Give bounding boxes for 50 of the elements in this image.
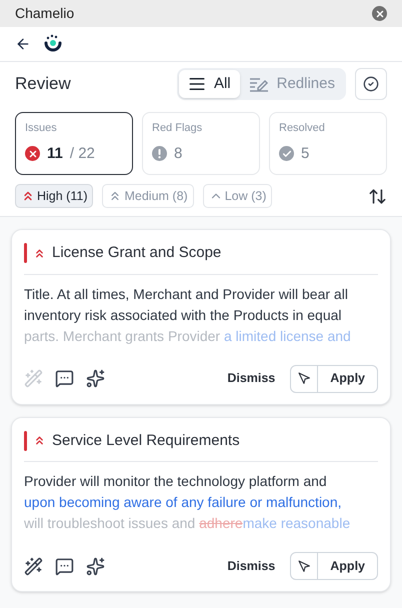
chevrons-up-icon [33,434,46,448]
chat-bubble-icon [55,556,74,576]
error-icon [25,146,40,162]
stat-value: 5 [301,144,310,164]
check-button[interactable] [355,68,387,100]
list-icon [188,75,206,93]
sort-button[interactable] [368,186,387,206]
close-button[interactable] [372,6,387,21]
stat-label: Issues [25,121,57,136]
priority-bar [24,430,27,451]
sparkles-button[interactable] [86,556,105,576]
magic-wand-icon [24,556,43,576]
dismiss-button[interactable]: Dismiss [227,369,276,388]
back-button[interactable] [15,36,31,52]
check-circle-icon [363,76,379,92]
stat-total: / 22 [70,144,95,164]
logo-icon [43,34,63,54]
alert-icon [152,146,167,162]
stat-card[interactable]: Red Flags 8 [142,112,260,175]
magic-wand-icon [24,369,43,388]
stat-card[interactable]: Resolved 5 [269,112,387,175]
clause-text: Title. At all times, Merchant and Provider will bear all inventory risk associated with the Products in equal parts. Merchant grants Provider a limited license and [24,284,352,346]
window-title: Chamelio [15,4,74,23]
chat-bubble-icon [55,369,74,388]
priority-bar [24,243,27,264]
card-title: License Grant and Scope [52,243,222,263]
comment-button[interactable] [55,369,74,388]
stat-card[interactable]: Issues 11 / 22 [15,112,133,175]
close-icon [374,8,384,18]
stat-label: Red Flags [152,121,202,136]
send-arrow-icon [298,372,311,385]
stat-value: 11 [47,144,63,164]
rewrite-button[interactable] [24,556,43,576]
sparkles-icon [86,556,105,576]
chevrons-up-icon [33,246,46,260]
sparkles-button[interactable] [86,369,105,388]
sort-icon [368,186,387,206]
send-arrow-icon [298,560,311,572]
clause-text: Provider will monitor the technology platform and upon becoming aware of any failure or malfunction, will troubleshoot issues and adheremake reasonable [24,472,352,533]
stat-label: Resolved [279,121,325,136]
text-pen-icon [248,76,269,92]
dismiss-button[interactable]: Dismiss [227,556,276,576]
check-icon [279,146,294,162]
priority-filter[interactable]: High (11) [15,184,94,208]
sparkles-icon [86,369,105,388]
stat-value: 8 [174,144,182,164]
view-tab[interactable]: All [178,70,240,98]
page-title: Review [15,73,71,96]
card-title: Service Level Requirements [52,430,240,450]
comment-button[interactable] [55,556,74,576]
